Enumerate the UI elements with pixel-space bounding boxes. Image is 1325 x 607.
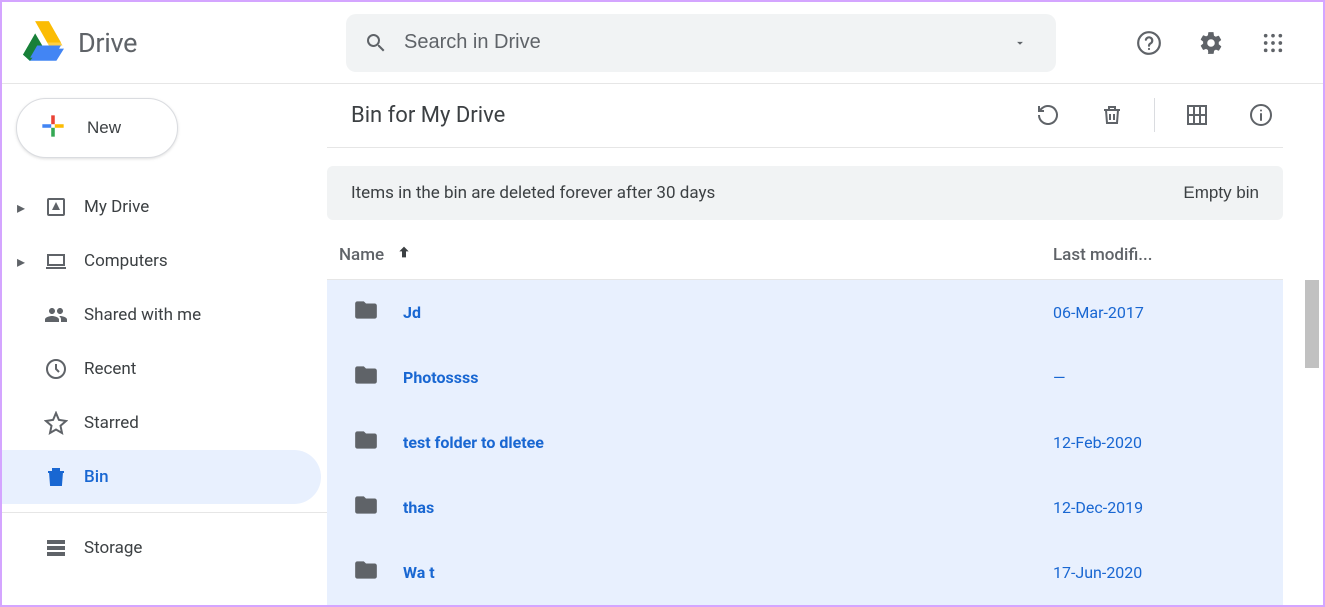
file-name: thas — [403, 498, 434, 517]
file-name: test folder to dletee — [403, 433, 544, 452]
nav-separator — [2, 512, 327, 513]
apps-grid-icon[interactable] — [1251, 21, 1295, 65]
nav-label: Shared with me — [84, 305, 201, 325]
my-drive-icon — [40, 195, 72, 219]
nav-bin[interactable]: Bin — [2, 450, 321, 504]
file-name: Jd — [403, 303, 421, 322]
new-button[interactable]: New — [16, 98, 178, 158]
file-row[interactable]: test folder to dletee 12-Feb-2020 — [327, 410, 1283, 475]
storage-icon — [40, 536, 72, 560]
nav-storage[interactable]: Storage — [2, 521, 321, 575]
folder-icon — [353, 362, 381, 392]
search-wrap — [346, 14, 1127, 72]
file-row[interactable]: thas 12-Dec-2019 — [327, 475, 1283, 540]
file-date: 12-Feb-2020 — [1053, 433, 1283, 452]
chevron-right-icon[interactable]: ▸ — [14, 198, 28, 217]
col-date-label: Last modifi... — [1053, 245, 1152, 265]
sort-arrow-up-icon[interactable] — [396, 244, 412, 265]
shared-icon — [40, 303, 72, 327]
logo-area[interactable]: Drive — [20, 21, 346, 65]
banner-message: Items in the bin are deleted forever aft… — [351, 183, 715, 203]
restore-icon[interactable] — [1026, 93, 1070, 137]
file-name: Wa t — [403, 563, 435, 582]
empty-bin-button[interactable]: Empty bin — [1183, 183, 1259, 203]
header: Drive — [2, 2, 1323, 84]
app-name: Drive — [78, 27, 137, 59]
file-row[interactable]: Wa t 17-Jun-2020 — [327, 540, 1283, 605]
nav-label: Bin — [84, 467, 109, 487]
nav-computers[interactable]: ▸ Computers — [2, 234, 321, 288]
nav-label: Storage — [84, 538, 142, 558]
main: Bin for My Drive Items in the bin are de… — [327, 84, 1323, 605]
nav-starred[interactable]: Starred — [2, 396, 321, 450]
settings-gear-icon[interactable] — [1189, 21, 1233, 65]
drive-logo-icon — [20, 21, 64, 65]
nav-shared[interactable]: Shared with me — [2, 288, 321, 342]
banner: Items in the bin are deleted forever aft… — [327, 166, 1283, 221]
folder-icon — [353, 427, 381, 457]
file-date: 06-Mar-2017 — [1053, 303, 1283, 322]
file-date: — — [1053, 368, 1283, 387]
support-icon[interactable] — [1127, 21, 1171, 65]
file-row[interactable]: Jd 06-Mar-2017 — [327, 280, 1283, 345]
file-list: Jd 06-Mar-2017 Photossss — test folder t… — [327, 280, 1283, 605]
divider — [1154, 98, 1155, 132]
plus-icon — [37, 110, 69, 147]
nav-label: Recent — [84, 359, 136, 379]
info-icon[interactable] — [1239, 93, 1283, 137]
nav-label: Starred — [84, 413, 139, 433]
grid-view-icon[interactable] — [1175, 93, 1219, 137]
nav-label: Computers — [84, 251, 168, 271]
delete-forever-icon[interactable] — [1090, 93, 1134, 137]
titlebar: Bin for My Drive — [327, 84, 1283, 148]
new-button-label: New — [87, 118, 121, 138]
folder-icon — [353, 557, 381, 587]
col-date[interactable]: Last modifi... — [1053, 245, 1283, 265]
folder-icon — [353, 492, 381, 522]
nav-label: My Drive — [84, 197, 149, 217]
header-actions — [1127, 21, 1319, 65]
nav-my-drive[interactable]: ▸ My Drive — [2, 180, 321, 234]
scrollbar[interactable] — [1305, 280, 1319, 368]
file-date: 17-Jun-2020 — [1053, 563, 1283, 582]
chevron-right-icon[interactable]: ▸ — [14, 252, 28, 271]
column-headers: Name Last modifi... — [327, 230, 1283, 280]
file-name: Photossss — [403, 368, 478, 387]
recent-icon — [40, 357, 72, 381]
nav: ▸ My Drive ▸ Computers Shared with me — [2, 180, 327, 575]
search-icon[interactable] — [354, 21, 398, 65]
file-row[interactable]: Photossss — — [327, 345, 1283, 410]
col-name-label: Name — [339, 245, 384, 265]
computers-icon — [40, 249, 72, 273]
bin-icon — [40, 465, 72, 489]
folder-icon — [353, 297, 381, 327]
star-icon — [40, 411, 72, 435]
file-date: 12-Dec-2019 — [1053, 498, 1283, 517]
search-input[interactable] — [398, 31, 998, 54]
col-name[interactable]: Name — [339, 244, 412, 265]
page-title: Bin for My Drive — [351, 103, 505, 128]
search-options-dropdown[interactable] — [998, 21, 1042, 65]
sidebar: New ▸ My Drive ▸ Computers — [2, 84, 327, 605]
title-actions — [1026, 93, 1283, 137]
nav-recent[interactable]: Recent — [2, 342, 321, 396]
search-bar[interactable] — [346, 14, 1056, 72]
